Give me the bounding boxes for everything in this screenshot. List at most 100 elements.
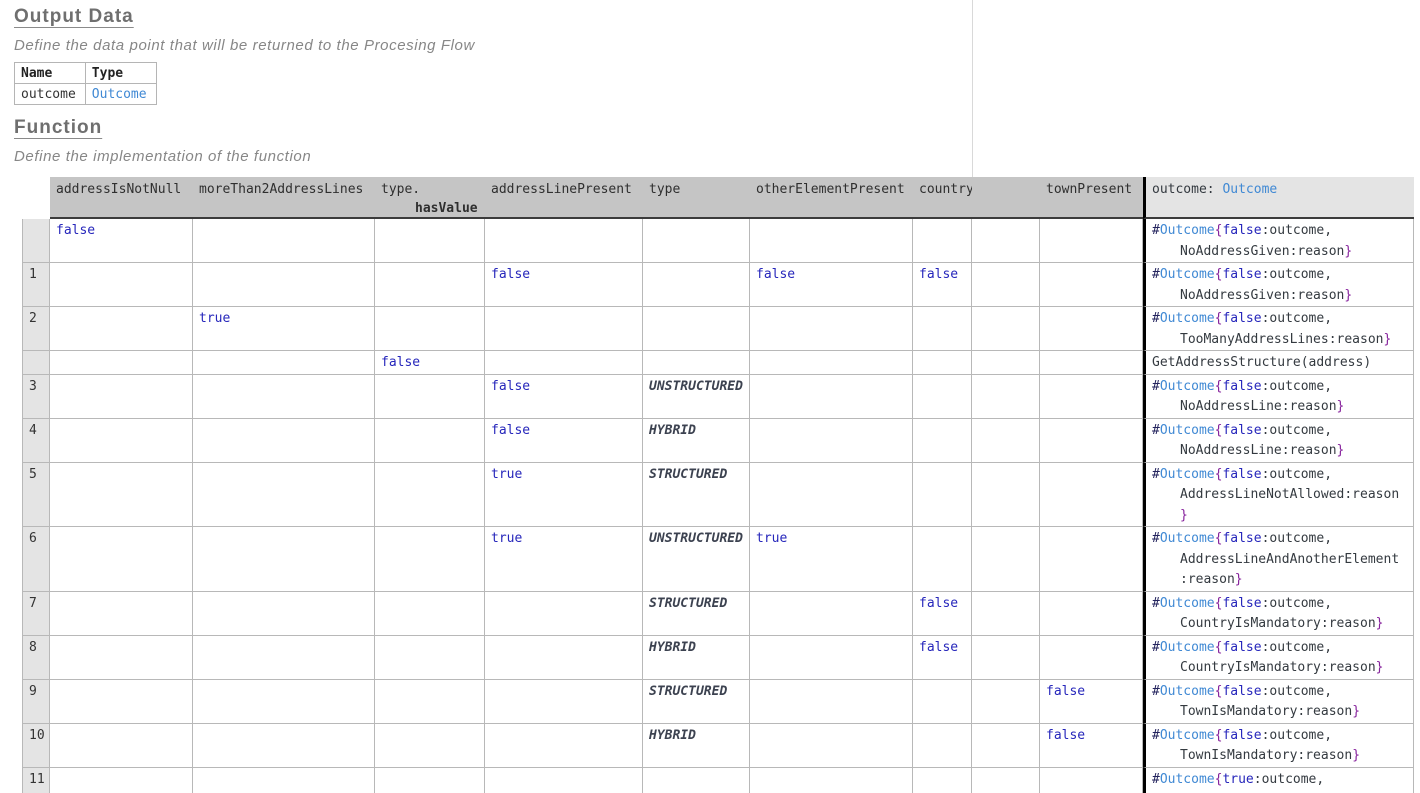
condition-cell-spare[interactable] — [972, 592, 1040, 636]
condition-cell-addressLinePresent[interactable] — [485, 351, 643, 375]
column-header-typeHasValue[interactable]: type.hasValue — [375, 177, 485, 219]
condition-cell-townPresent[interactable] — [1040, 636, 1143, 680]
condition-cell-moreThan2AddressLines[interactable] — [193, 724, 375, 768]
condition-cell-countryPresent[interactable] — [913, 351, 972, 375]
condition-cell-spare[interactable] — [972, 680, 1040, 724]
result-cell[interactable]: #Outcome{false:outcome,CountryIsMandator… — [1143, 592, 1414, 636]
condition-cell-otherElementPresent[interactable]: true — [750, 527, 913, 592]
condition-cell-countryPresent[interactable] — [913, 463, 972, 528]
condition-cell-typeHasValue[interactable] — [375, 724, 485, 768]
column-header-addressLinePresent[interactable]: addressLinePresent — [485, 177, 643, 219]
condition-cell-addressIsNotNull[interactable]: false — [50, 219, 193, 263]
condition-cell-type[interactable]: STRUCTURED — [643, 463, 750, 528]
condition-cell-addressIsNotNull[interactable] — [50, 724, 193, 768]
condition-cell-type[interactable]: UNSTRUCTURED — [643, 375, 750, 419]
condition-cell-addressLinePresent[interactable] — [485, 724, 643, 768]
condition-cell-townPresent[interactable] — [1040, 527, 1143, 592]
condition-cell-addressIsNotNull[interactable] — [50, 527, 193, 592]
condition-cell-typeHasValue[interactable] — [375, 636, 485, 680]
condition-cell-addressIsNotNull[interactable] — [50, 375, 193, 419]
condition-cell-townPresent[interactable]: false — [1040, 724, 1143, 768]
condition-cell-otherElementPresent[interactable] — [750, 636, 913, 680]
column-header-countryPresent[interactable]: countryPresent — [913, 177, 972, 219]
condition-cell-townPresent[interactable]: false — [1040, 680, 1143, 724]
condition-cell-typeHasValue[interactable] — [375, 375, 485, 419]
result-cell[interactable]: #Outcome{false:outcome,CountryIsMandator… — [1143, 636, 1414, 680]
condition-cell-addressIsNotNull[interactable] — [50, 592, 193, 636]
condition-cell-spare[interactable] — [972, 527, 1040, 592]
condition-cell-addressLinePresent[interactable] — [485, 592, 643, 636]
column-header-addressIsNotNull[interactable]: addressIsNotNull — [50, 177, 193, 219]
condition-cell-countryPresent[interactable]: false — [913, 636, 972, 680]
condition-cell-townPresent[interactable] — [1040, 375, 1143, 419]
condition-cell-countryPresent[interactable] — [913, 375, 972, 419]
condition-cell-countryPresent[interactable] — [913, 680, 972, 724]
condition-cell-addressLinePresent[interactable] — [485, 680, 643, 724]
condition-cell-moreThan2AddressLines[interactable] — [193, 768, 375, 793]
result-cell[interactable]: GetAddressStructure(address) — [1143, 351, 1414, 375]
condition-cell-typeHasValue[interactable] — [375, 263, 485, 307]
condition-cell-townPresent[interactable] — [1040, 307, 1143, 351]
condition-cell-otherElementPresent[interactable] — [750, 592, 913, 636]
condition-cell-spare[interactable] — [972, 351, 1040, 375]
condition-cell-moreThan2AddressLines[interactable] — [193, 463, 375, 528]
result-cell[interactable]: #Outcome{false:outcome,TooManyAddressLin… — [1143, 307, 1414, 351]
condition-cell-type[interactable] — [643, 768, 750, 793]
condition-cell-spare[interactable] — [972, 724, 1040, 768]
condition-cell-type[interactable]: UNSTRUCTURED — [643, 527, 750, 592]
condition-cell-typeHasValue[interactable] — [375, 307, 485, 351]
result-cell[interactable]: #Outcome{false:outcome,AddressLineNotAll… — [1143, 463, 1414, 528]
condition-cell-typeHasValue[interactable] — [375, 592, 485, 636]
condition-cell-spare[interactable] — [972, 768, 1040, 793]
condition-cell-addressLinePresent[interactable] — [485, 307, 643, 351]
condition-cell-addressLinePresent[interactable]: false — [485, 419, 643, 463]
condition-cell-typeHasValue[interactable] — [375, 527, 485, 592]
condition-cell-addressLinePresent[interactable] — [485, 219, 643, 263]
condition-cell-otherElementPresent[interactable] — [750, 375, 913, 419]
condition-cell-spare[interactable] — [972, 463, 1040, 528]
condition-cell-townPresent[interactable] — [1040, 219, 1143, 263]
column-header-otherElementPresent[interactable]: otherElementPresent — [750, 177, 913, 219]
condition-cell-moreThan2AddressLines[interactable] — [193, 680, 375, 724]
condition-cell-addressIsNotNull[interactable] — [50, 680, 193, 724]
result-cell[interactable]: #Outcome{false:outcome,NoAddressGiven:re… — [1143, 219, 1414, 263]
condition-cell-moreThan2AddressLines[interactable] — [193, 419, 375, 463]
condition-cell-townPresent[interactable] — [1040, 592, 1143, 636]
condition-cell-type[interactable] — [643, 307, 750, 351]
condition-cell-addressIsNotNull[interactable] — [50, 351, 193, 375]
condition-cell-countryPresent[interactable] — [913, 419, 972, 463]
condition-cell-moreThan2AddressLines[interactable] — [193, 263, 375, 307]
condition-cell-townPresent[interactable] — [1040, 419, 1143, 463]
condition-cell-townPresent[interactable] — [1040, 263, 1143, 307]
result-cell[interactable]: #Outcome{false:outcome,NoAddressGiven:re… — [1143, 263, 1414, 307]
condition-cell-addressIsNotNull[interactable] — [50, 636, 193, 680]
condition-cell-type[interactable]: HYBRID — [643, 636, 750, 680]
result-cell[interactable]: #Outcome{false:outcome,TownIsMandatory:r… — [1143, 680, 1414, 724]
condition-cell-spare[interactable] — [972, 419, 1040, 463]
condition-cell-countryPresent[interactable] — [913, 527, 972, 592]
condition-cell-otherElementPresent[interactable] — [750, 768, 913, 793]
condition-cell-type[interactable]: HYBRID — [643, 724, 750, 768]
condition-cell-typeHasValue[interactable] — [375, 680, 485, 724]
condition-cell-countryPresent[interactable] — [913, 724, 972, 768]
result-cell[interactable]: #Outcome{true:outcome,ValidAddress:reaso… — [1143, 768, 1414, 793]
result-column-header[interactable]: outcome: Outcome — [1143, 177, 1414, 219]
condition-cell-countryPresent[interactable] — [913, 768, 972, 793]
condition-cell-moreThan2AddressLines[interactable] — [193, 351, 375, 375]
output-data-heading[interactable]: Output Data — [14, 6, 134, 28]
condition-cell-otherElementPresent[interactable] — [750, 680, 913, 724]
condition-cell-typeHasValue[interactable] — [375, 419, 485, 463]
condition-cell-moreThan2AddressLines[interactable] — [193, 636, 375, 680]
condition-cell-addressIsNotNull[interactable] — [50, 419, 193, 463]
condition-cell-typeHasValue[interactable] — [375, 768, 485, 793]
condition-cell-townPresent[interactable] — [1040, 351, 1143, 375]
condition-cell-addressIsNotNull[interactable] — [50, 307, 193, 351]
condition-cell-typeHasValue[interactable] — [375, 219, 485, 263]
condition-cell-type[interactable] — [643, 351, 750, 375]
condition-cell-typeHasValue[interactable]: false — [375, 351, 485, 375]
condition-cell-otherElementPresent[interactable] — [750, 219, 913, 263]
condition-cell-countryPresent[interactable]: false — [913, 592, 972, 636]
condition-cell-otherElementPresent[interactable] — [750, 463, 913, 528]
condition-cell-countryPresent[interactable]: false — [913, 263, 972, 307]
column-header-townPresent[interactable]: townPresent — [1040, 177, 1143, 219]
